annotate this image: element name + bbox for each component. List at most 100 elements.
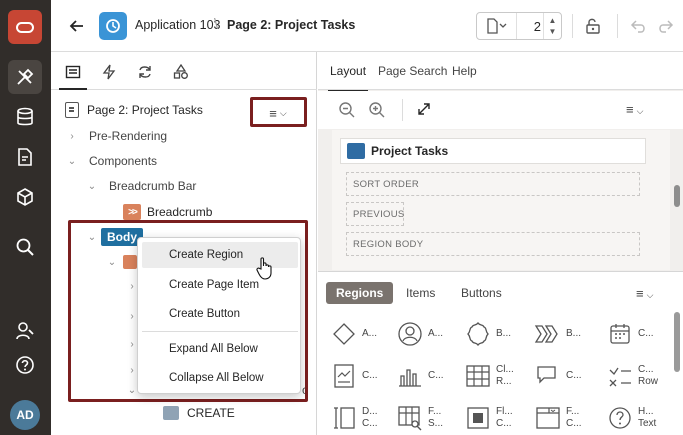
gallery-item-label: C... bbox=[638, 318, 654, 350]
menu-item-create-region[interactable]: Create Region bbox=[142, 242, 298, 268]
gallery-package-icon[interactable] bbox=[8, 180, 42, 214]
expand-arrows-icon[interactable] bbox=[416, 101, 432, 120]
gallery-item-label: C... bbox=[566, 360, 582, 392]
page-finder-button[interactable] bbox=[477, 13, 517, 39]
zoom-out-icon[interactable] bbox=[338, 101, 356, 122]
undo-icon[interactable] bbox=[629, 16, 649, 36]
dynamic-content-icon bbox=[330, 404, 358, 432]
gallery-item-label: Fl... C... bbox=[496, 402, 513, 434]
app-builder-tools-icon[interactable] bbox=[8, 60, 42, 94]
database-icon[interactable] bbox=[8, 100, 42, 134]
slot-sort-order[interactable]: SORT ORDER bbox=[346, 172, 640, 196]
gallery-item-label-line: D... bbox=[362, 406, 378, 417]
tab-dynamic-actions[interactable] bbox=[99, 62, 119, 82]
tree-node-breadcrumb-bar[interactable]: ⌄ Breadcrumb Bar bbox=[85, 176, 197, 196]
back-arrow-icon[interactable] bbox=[69, 18, 85, 34]
gallery-item[interactable]: F... C... bbox=[534, 402, 604, 434]
gallery-item-label-line: Cl... bbox=[496, 364, 514, 375]
shapes-icon bbox=[173, 64, 188, 79]
layout-toolbar: ≡ ⌵ bbox=[318, 91, 683, 129]
tab-page-search[interactable]: Page Search bbox=[378, 64, 447, 78]
page-number-input[interactable]: 2 bbox=[519, 19, 541, 34]
slot-region-body[interactable]: REGION BODY bbox=[346, 232, 640, 256]
gallery-menu-button[interactable]: ≡ ⌵ bbox=[636, 286, 653, 301]
tab-rendering[interactable] bbox=[59, 62, 87, 90]
gallery-item-label: C... Row bbox=[638, 360, 658, 392]
menu-item-collapse-all-below[interactable]: Collapse All Below bbox=[142, 365, 298, 391]
tab-shared-components[interactable] bbox=[171, 62, 191, 82]
page-title: Page 2: Project Tasks bbox=[227, 18, 356, 32]
tree-node-pre-rendering[interactable]: › Pre-Rendering bbox=[65, 126, 167, 146]
gallery-item[interactable]: A... bbox=[330, 318, 400, 350]
gallery-item[interactable]: Cl... R... bbox=[464, 360, 534, 392]
chevron-up-icon[interactable]: ▲ bbox=[549, 15, 557, 26]
gallery-item[interactable]: C... bbox=[330, 360, 400, 392]
tab-regions[interactable]: Regions bbox=[326, 282, 394, 304]
gallery-item-label: B... bbox=[496, 318, 511, 350]
tree-node-breadcrumb[interactable]: >> Breadcrumb bbox=[123, 202, 212, 222]
tree-node-create-button[interactable]: CREATE bbox=[163, 403, 235, 423]
form-container-icon bbox=[534, 404, 562, 432]
gallery-item[interactable]: F... S... bbox=[396, 402, 466, 434]
tab-processing[interactable] bbox=[135, 62, 155, 82]
gallery-item[interactable]: C... bbox=[534, 360, 604, 392]
gallery-item[interactable]: Fl... C... bbox=[464, 402, 534, 434]
page-number-stepper[interactable]: ▲ ▼ bbox=[543, 13, 561, 39]
region-title: Project Tasks bbox=[371, 144, 449, 158]
chevron-down-icon[interactable]: ⌄ bbox=[65, 156, 79, 167]
administration-wrench-icon[interactable] bbox=[8, 314, 42, 348]
redo-icon[interactable] bbox=[655, 16, 675, 36]
help-text-icon bbox=[606, 404, 634, 432]
canvas-scrollbar-thumb[interactable] bbox=[674, 185, 680, 207]
gallery-item[interactable]: C... bbox=[396, 360, 466, 392]
tab-items[interactable]: Items bbox=[396, 282, 445, 304]
application-name-link[interactable]: Application 103 bbox=[135, 18, 220, 32]
diamond-icon bbox=[330, 320, 358, 348]
tab-help[interactable]: Help bbox=[452, 64, 477, 78]
region-project-tasks[interactable]: Project Tasks bbox=[340, 138, 646, 164]
gallery-item-label-line: C... bbox=[428, 370, 444, 381]
bar-chart-icon bbox=[396, 362, 424, 390]
button-icon bbox=[163, 406, 179, 420]
gallery-item[interactable]: B... bbox=[534, 318, 604, 350]
gallery-item[interactable]: B... bbox=[464, 318, 534, 350]
layout-panel: Layout Page Search Help ≡ ⌵ Project Tasks… bbox=[318, 52, 683, 435]
sql-workshop-icon[interactable] bbox=[8, 140, 42, 174]
page-number-selector[interactable]: 2 ▲ ▼ bbox=[476, 12, 562, 40]
zoom-in-icon[interactable] bbox=[368, 101, 386, 122]
chevron-right-icon[interactable]: › bbox=[65, 131, 79, 142]
tree-node-components[interactable]: ⌄ Components bbox=[65, 151, 157, 171]
gallery-item-label: C... bbox=[428, 360, 444, 392]
report-region-icon bbox=[347, 143, 365, 159]
slot-previous[interactable]: PREVIOUS bbox=[346, 202, 404, 226]
menu-item-create-button[interactable]: Create Button bbox=[142, 301, 298, 327]
gallery-item[interactable]: C... bbox=[606, 318, 676, 350]
search-icon[interactable] bbox=[8, 230, 42, 264]
lock-page-icon[interactable] bbox=[583, 16, 603, 36]
center-pane-tabs: Layout Page Search Help bbox=[318, 52, 683, 92]
tab-layout[interactable]: Layout bbox=[327, 64, 369, 92]
tab-buttons[interactable]: Buttons bbox=[451, 282, 512, 304]
help-icon[interactable] bbox=[8, 348, 42, 382]
user-avatar[interactable]: AD bbox=[10, 400, 40, 430]
chevron-down-icon[interactable]: ⌄ bbox=[85, 181, 99, 192]
menu-item-create-page-item[interactable]: Create Page Item bbox=[142, 272, 298, 298]
chevron-down-icon[interactable]: ▼ bbox=[549, 26, 557, 37]
layout-canvas[interactable]: Project Tasks SORT ORDER PREVIOUS REGION… bbox=[332, 130, 670, 270]
gallery-item[interactable]: H... Text bbox=[606, 402, 676, 434]
gallery-item[interactable]: A... bbox=[396, 318, 466, 350]
gallery-item[interactable]: D... C... bbox=[330, 402, 400, 434]
gallery-item-label: D... C... bbox=[362, 402, 378, 434]
application-icon[interactable] bbox=[99, 12, 127, 40]
chevron-down-icon: ⌵ bbox=[646, 290, 654, 300]
tree-node-label: CREATE bbox=[187, 406, 235, 420]
gallery-item[interactable]: C... Row bbox=[606, 360, 676, 392]
tree-node-label: Breadcrumb Bar bbox=[109, 179, 197, 193]
oracle-logo-icon[interactable] bbox=[8, 10, 42, 44]
gallery-item-label: B... bbox=[566, 318, 581, 350]
page-node[interactable]: Page 2: Project Tasks bbox=[65, 100, 203, 120]
layout-menu-button[interactable]: ≡ ⌵ bbox=[626, 102, 643, 117]
menu-item-expand-all-below[interactable]: Expand All Below bbox=[142, 336, 298, 362]
grid-table-icon bbox=[464, 362, 492, 390]
breadcrumb-icon bbox=[534, 320, 562, 348]
